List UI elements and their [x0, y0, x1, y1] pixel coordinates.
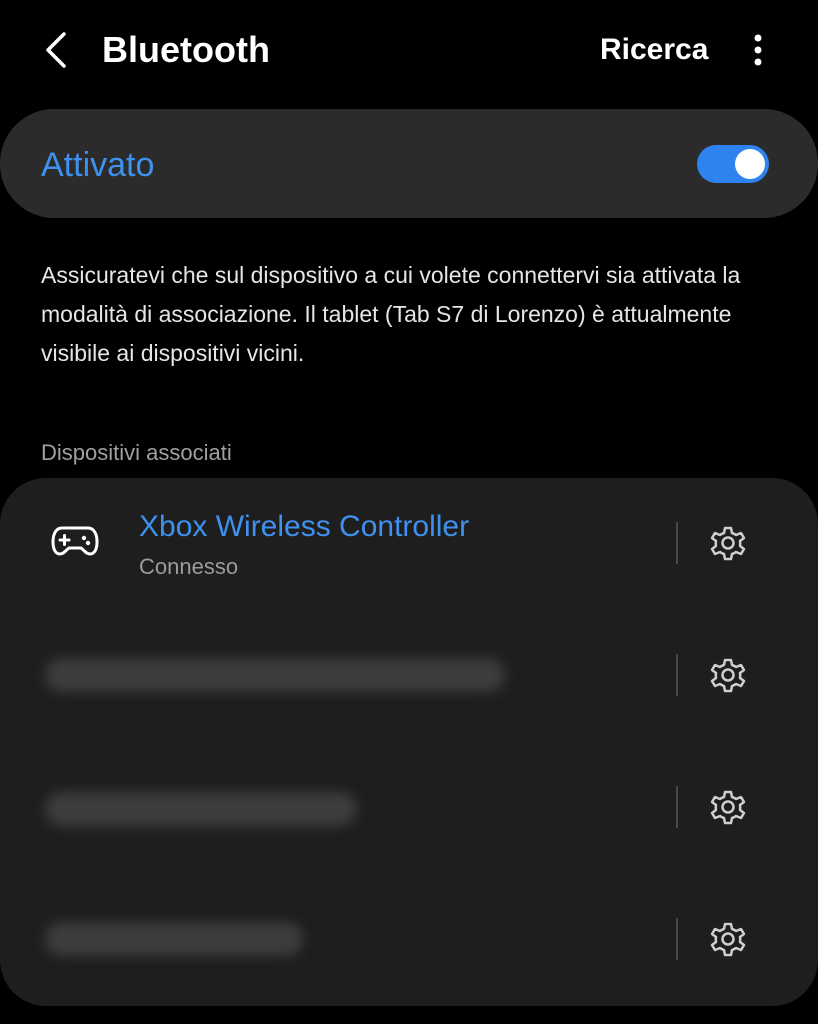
divider [676, 654, 678, 696]
paired-devices-list: Xbox Wireless Controller Connesso [0, 478, 818, 1006]
page-title: Bluetooth [102, 29, 270, 70]
gear-icon [710, 526, 746, 561]
gear-icon [710, 658, 746, 693]
device-settings-button[interactable] [704, 915, 752, 963]
chevron-left-icon [46, 32, 66, 68]
device-status: Connesso [139, 554, 239, 579]
divider [676, 918, 678, 960]
redacted-device-name [45, 658, 505, 692]
device-settings-button[interactable] [704, 651, 752, 699]
gamepad-icon [51, 526, 99, 556]
gear-icon [710, 922, 746, 957]
redacted-device-name [45, 792, 357, 826]
more-options-button[interactable] [738, 28, 778, 72]
switch-knob [735, 149, 765, 179]
visibility-info-text: Assicuratevi che sul dispositivo a cui v… [41, 262, 741, 366]
paired-devices-header: Dispositivi associati [41, 440, 232, 465]
device-row-redacted[interactable] [0, 874, 818, 1006]
gear-icon [710, 790, 746, 825]
device-row-redacted[interactable] [0, 742, 818, 874]
search-button[interactable]: Ricerca [600, 30, 708, 70]
top-app-bar: Bluetooth Ricerca [0, 0, 818, 100]
bluetooth-status-label: Attivato [41, 146, 155, 184]
divider [676, 786, 678, 828]
device-settings-button[interactable] [704, 783, 752, 831]
device-name: Xbox Wireless Controller [139, 510, 470, 543]
device-settings-button[interactable] [704, 519, 752, 567]
more-vertical-icon [754, 34, 762, 66]
device-row-xbox[interactable]: Xbox Wireless Controller Connesso [0, 478, 818, 610]
back-button[interactable] [34, 26, 78, 74]
redacted-device-name [45, 922, 303, 956]
device-row-redacted[interactable] [0, 610, 818, 742]
bluetooth-switch[interactable] [697, 145, 769, 183]
divider [676, 522, 678, 564]
